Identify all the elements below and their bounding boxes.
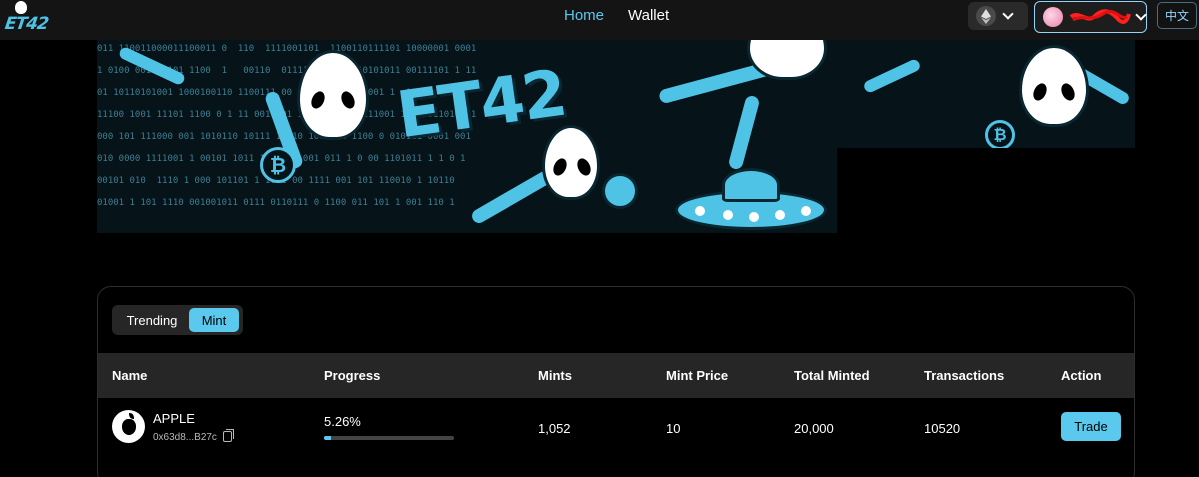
mint-price-value: 10 (666, 421, 681, 436)
token-name[interactable]: APPLE (153, 411, 195, 426)
progress-bar-fill (324, 436, 331, 440)
main-nav: Home Wallet (564, 7, 669, 24)
nav-wallet[interactable]: Wallet (628, 7, 669, 24)
avatar-icon (1043, 7, 1063, 27)
trade-button[interactable]: Trade (1061, 412, 1121, 441)
planet-art (602, 173, 638, 209)
mints-value: 1,052 (538, 421, 571, 436)
column-header-name[interactable]: Name (112, 368, 147, 383)
column-header-action: Action (1061, 368, 1102, 383)
column-header-mints[interactable]: Mints (538, 368, 572, 383)
progress-bar (324, 436, 454, 440)
alien-head-art (297, 50, 369, 140)
chevron-down-icon (1002, 8, 1014, 20)
alien-head-art (542, 125, 600, 200)
alien-head-art (1019, 45, 1089, 127)
total-minted-value: 20,000 (794, 421, 834, 436)
ufo-dome-art (722, 168, 780, 202)
logo-text: ET42 (3, 14, 50, 34)
table-row[interactable]: APPLE 0x63d8...B27c 5.26% 1,052 10 20,00… (98, 398, 1134, 458)
binary-row: 011 110011000011100011 0 110 1111001101 … (97, 44, 477, 54)
tab-mint[interactable]: Mint (189, 308, 239, 332)
apple-icon (112, 410, 145, 443)
table-header: Name Progress Mints Mint Price Total Min… (98, 353, 1134, 398)
transactions-value: 10520 (924, 421, 961, 436)
banner-cutout (837, 148, 1135, 233)
account-button[interactable] (1034, 1, 1147, 33)
bitcoin-icon: ₿ (260, 147, 296, 183)
column-header-transactions[interactable]: Transactions (924, 368, 1004, 383)
language-toggle[interactable]: 中文 (1157, 2, 1197, 29)
mint-table-panel: Trending Mint Name Progress Mints Mint P… (97, 286, 1135, 477)
et42-logo[interactable]: ET42 (2, 1, 49, 37)
column-header-total-minted[interactable]: Total Minted (794, 368, 870, 383)
bitcoin-icon: ₿ (985, 120, 1015, 150)
column-header-mint-price[interactable]: Mint Price (666, 368, 728, 383)
hero-banner: 011 110011000011100011 0 110 1111001101 … (97, 40, 1135, 233)
ethereum-icon (976, 6, 996, 26)
token-address: 0x63d8...B27c (153, 432, 217, 443)
chain-selector[interactable] (968, 2, 1028, 30)
alien-leg-art (727, 94, 761, 171)
alien-arm-art (469, 168, 555, 226)
alien-arm-art (862, 57, 922, 95)
alien-logo-icon (15, 1, 27, 14)
progress-percent: 5.26% (324, 414, 361, 429)
chevron-down-icon (1135, 9, 1147, 21)
tab-trending[interactable]: Trending (115, 308, 189, 332)
redacted-account-name (1069, 9, 1131, 24)
column-header-progress[interactable]: Progress (324, 368, 380, 383)
copy-icon[interactable] (223, 429, 234, 442)
top-nav-bar: ET42 Home Wallet 中文 (0, 0, 1199, 40)
nav-home[interactable]: Home (564, 7, 604, 24)
binary-row: 01001 1 101 1110 001001011 0111 0110111 … (97, 198, 455, 208)
tab-group: Trending Mint (112, 305, 243, 335)
